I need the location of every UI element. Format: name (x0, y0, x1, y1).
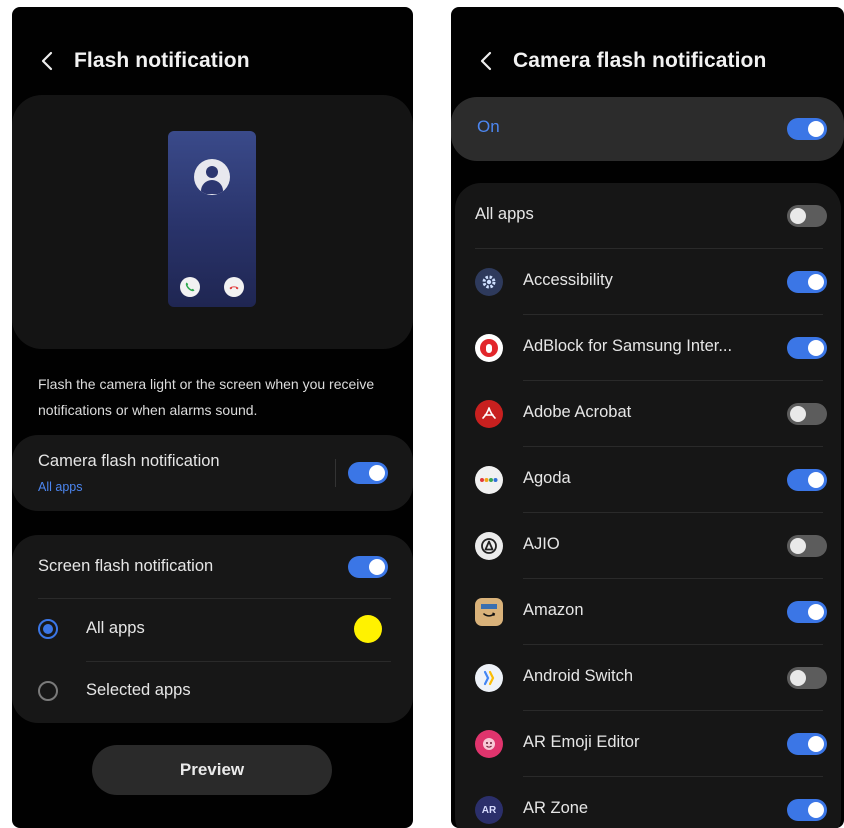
app-label: AR Emoji Editor (523, 733, 640, 751)
app-toggle[interactable] (787, 337, 827, 359)
list-item[interactable]: Amazon (455, 579, 841, 645)
master-switch-card[interactable]: On (451, 97, 844, 161)
camera-flash-title: Camera flash notification (38, 452, 220, 470)
app-label: Adobe Acrobat (523, 403, 632, 421)
phone-illustration (168, 131, 256, 307)
adblock-icon (475, 334, 503, 362)
flash-notification-screen: Flash notification Flash the camera ligh… (12, 7, 413, 828)
camera-flash-card[interactable]: Camera flash notification All apps (12, 435, 413, 511)
all-apps-row[interactable]: All apps (455, 183, 841, 249)
divider (38, 598, 391, 599)
list-item[interactable]: Adobe Acrobat (455, 381, 841, 447)
app-label: Android Switch (523, 667, 634, 685)
master-switch-label: On (477, 117, 500, 136)
ar-zone-icon-text: AR (481, 804, 497, 816)
app-toggle[interactable] (787, 667, 827, 689)
screen-flash-card: Screen flash notification All apps Selec… (12, 535, 413, 723)
screen-flash-title: Screen flash notification (38, 557, 214, 575)
selected-apps-radio[interactable] (38, 681, 58, 701)
all-apps-label[interactable]: All apps (86, 619, 145, 638)
ajio-icon (475, 532, 503, 560)
app-label: AR Zone (523, 799, 589, 817)
amazon-icon (475, 598, 503, 626)
divider (86, 661, 391, 662)
camera-flash-subtitle: All apps (38, 480, 83, 494)
page-title: Camera flash notification (513, 49, 767, 72)
preview-button[interactable]: Preview (92, 745, 332, 795)
accept-call-icon (180, 277, 200, 297)
illustration-card (12, 95, 413, 349)
ar-zone-icon: AR (475, 796, 503, 824)
header: Flash notification (12, 43, 413, 79)
ar-emoji-icon (475, 730, 503, 758)
gear-icon (475, 268, 503, 296)
list-item[interactable]: Agoda (455, 447, 841, 513)
app-label: Accessibility (523, 271, 613, 289)
master-toggle[interactable] (787, 118, 827, 140)
screen-flash-color-swatch[interactable] (354, 615, 382, 643)
list-item[interactable]: Android Switch (455, 645, 841, 711)
app-toggle[interactable] (787, 469, 827, 491)
list-item[interactable]: AR Emoji Editor (455, 711, 841, 777)
back-arrow-icon[interactable] (40, 50, 54, 72)
agoda-icon (475, 466, 503, 494)
acrobat-icon (475, 400, 503, 428)
app-toggle[interactable] (787, 601, 827, 623)
app-list: All apps Accessibility AdBlock for Samsu… (455, 183, 841, 828)
back-arrow-icon[interactable] (479, 50, 493, 72)
app-toggle[interactable] (787, 733, 827, 755)
header: Camera flash notification (451, 43, 844, 79)
list-item[interactable]: AJIO (455, 513, 841, 579)
description-text: Flash the camera light or the screen whe… (38, 376, 375, 418)
android-switch-icon (475, 664, 503, 692)
all-apps-toggle[interactable] (787, 205, 827, 227)
app-toggle[interactable] (787, 535, 827, 557)
page-title: Flash notification (74, 49, 250, 72)
decline-call-icon (224, 277, 244, 297)
app-toggle[interactable] (787, 271, 827, 293)
list-item[interactable]: AR AR Zone (455, 777, 841, 828)
selected-apps-label[interactable]: Selected apps (86, 681, 191, 700)
avatar-icon (194, 159, 230, 195)
app-label: Amazon (523, 601, 584, 619)
list-item[interactable]: Accessibility (455, 249, 841, 315)
screen-flash-toggle[interactable] (348, 556, 388, 578)
app-toggle[interactable] (787, 799, 827, 821)
camera-flash-toggle[interactable] (348, 462, 388, 484)
app-label: Agoda (523, 469, 571, 487)
all-apps-label: All apps (475, 205, 534, 223)
app-toggle[interactable] (787, 403, 827, 425)
list-item[interactable]: AdBlock for Samsung Inter... (455, 315, 841, 381)
app-label: AdBlock for Samsung Inter... (523, 337, 733, 355)
camera-flash-notification-screen: Camera flash notification On All apps Ac… (451, 7, 844, 828)
app-label: AJIO (523, 535, 560, 553)
all-apps-radio[interactable] (38, 619, 58, 639)
divider (335, 459, 336, 487)
